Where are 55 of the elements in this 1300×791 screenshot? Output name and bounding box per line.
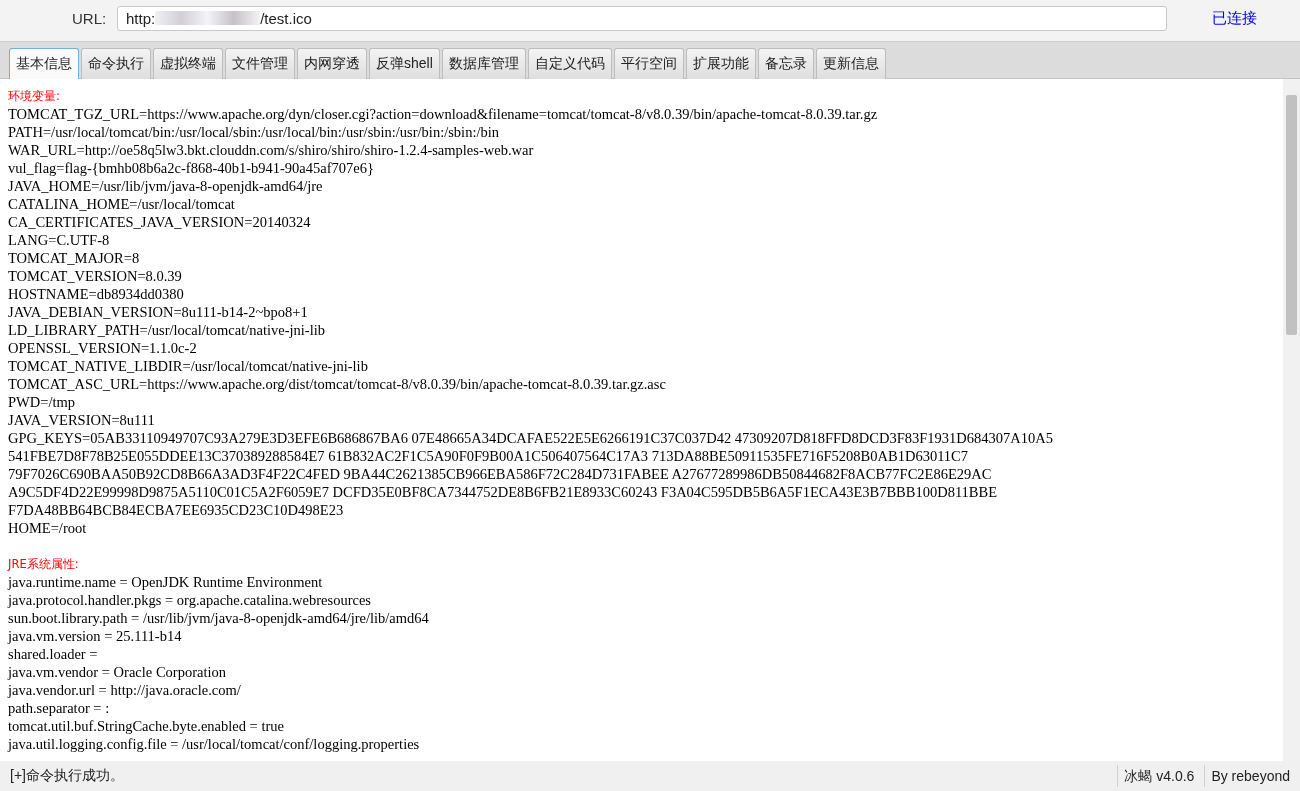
output-line: TOMCAT_NATIVE_LIBDIR=/usr/local/tomcat/native-jni-lib [8,357,369,375]
output-line: PATH=/usr/local/tomcat/bin:/usr/local/sbin:/usr/local/bin:/usr/sbin:/usr/bin:/sbin:/bin [8,123,500,141]
output-line: java.runtime.name = OpenJDK Runtime Environment [8,573,324,591]
output-line: HOME=/root [8,519,88,537]
output-line: TOMCAT_MAJOR=8 [8,249,141,267]
tab[interactable]: 备忘录 [757,48,814,79]
version-label: 冰蝎 v4.0.6 [1117,765,1205,787]
tab[interactable]: 扩展功能 [685,48,756,79]
output-line: LD_LIBRARY_PATH=/usr/local/tomcat/native-jni-lib [8,321,326,339]
section-heading: 环境变量: [8,88,61,105]
output-line: TOMCAT_TGZ_URL=https://www.apache.org/dyn/closer.cgi?action=download&filename=tomcat/tomcat-8/v8.0.39/bin/apache-tomcat-8.0.39.tar.gz [8,105,879,123]
output-line: tomcat.util.buf.StringCache.byte.enabled = true [8,717,285,735]
output-line: java.vm.vendor = Oracle Corporation [8,663,227,681]
output-line: JAVA_VERSION=8u111 [8,411,156,429]
output-line: F7DA48BB64BCB84ECBA7EE6935CD23C10D498E23 [8,501,345,519]
output-line: TOMCAT_VERSION=8.0.39 [8,267,183,285]
url-label: URL: [72,9,108,27]
output-line: 79F7026C690BAA50B92CD8B66A3AD3F4F22C4FED 9BA44C2621385CB966EBA586F72C284D731FABEE A27677289986DB50844682F8ACB77FC2E86E29AC [8,465,993,483]
author-label: By rebeyond [1204,765,1300,787]
output-line: GPG_KEYS=05AB33110949707C93A279E3D3EFE6B686867BA6 07E48665A34DCAFAE522E5E6266191C37C037D42 47309207D818FFD8DCD3F83F1931D684307A10A5 [8,429,1054,447]
output-line: CATALINA_HOME=/usr/local/tomcat [8,195,236,213]
status-message: [+]命令执行成功。 [9,767,125,785]
tab[interactable]: 基本信息 [9,48,79,79]
output-line: java.util.logging.config.file = /usr/local/tomcat/conf/logging.properties [8,735,421,753]
output-line: TOMCAT_ASC_URL=https://www.apache.org/dist/tomcat/tomcat-8/v8.0.39/bin/apache-tomcat-8.0.39.tar.gz.asc [8,375,667,393]
output-line: A9C5DF4D22E99998D9875A5110C01C5A2F6059E7 DCFD35E0BF8CA7344752DE8B6FB21E8933C60243 F3A04C595DB5B6A5F1ECA43E3B7BBB100D811BBE [8,483,999,501]
output-line: PWD=/tmp [8,393,76,411]
output-line: java.protocol.handler.pkgs = org.apache.catalina.webresources [8,591,373,609]
output-line: 541FBE7D8F78B25E055DDEE13C370389288584E7 61B832AC2F1C5A90F0F9B00A1C506407564C17A3 713DA88BE50911535FE716F5208B0AB1D63011C7 [8,447,970,465]
scrollbar[interactable] [1283,79,1300,761]
connection-status: 已连接 [1212,8,1257,28]
url-field[interactable]: http: /test.ico [117,5,1167,31]
tab[interactable]: 数据库管理 [441,48,526,79]
output-line: path.separator = : [8,699,111,717]
output-line: shared.loader = [8,645,99,663]
output-line: JAVA_DEBIAN_VERSION=8u111-b14-2~bpo8+1 [8,303,309,321]
section-heading: JRE系统属性: [8,556,80,573]
output-line: vul_flag=flag-{bmhb08b6a2c-f868-40b1-b941-90a45af707e6} [8,159,375,177]
tab[interactable]: 文件管理 [225,48,295,79]
output-line: HOSTNAME=db8934dd0380 [8,285,185,303]
output-line: WAR_URL=http://oe58q5lw3.bkt.clouddn.com/s/shiro/shiro/shiro-1.2.4-samples-web.war [8,141,535,159]
output-line: java.vm.version = 25.111-b14 [8,627,183,645]
tab[interactable]: 反弹shell [369,48,440,79]
output-line: OPENSSL_VERSION=1.1.0c-2 [8,339,198,357]
tab[interactable]: 内网穿透 [297,48,367,79]
tab[interactable]: 自定义代码 [527,48,612,79]
tab[interactable]: 命令执行 [81,48,151,79]
output-line: LANG=C.UTF-8 [8,231,111,249]
tab[interactable]: 平行空间 [613,48,684,79]
output-line: CA_CERTIFICATES_JAVA_VERSION=20140324 [8,213,312,231]
output-line: java.vendor.url = http://java.oracle.com/ [8,681,242,699]
output-line: JAVA_HOME=/usr/lib/jvm/java-8-openjdk-amd64/jre [8,177,324,195]
output-line: sun.boot.library.path = /usr/lib/jvm/java-8-openjdk-amd64/jre/lib/amd64 [8,609,430,627]
tab[interactable]: 更新信息 [815,48,886,79]
tab[interactable]: 虚拟终端 [153,48,223,79]
